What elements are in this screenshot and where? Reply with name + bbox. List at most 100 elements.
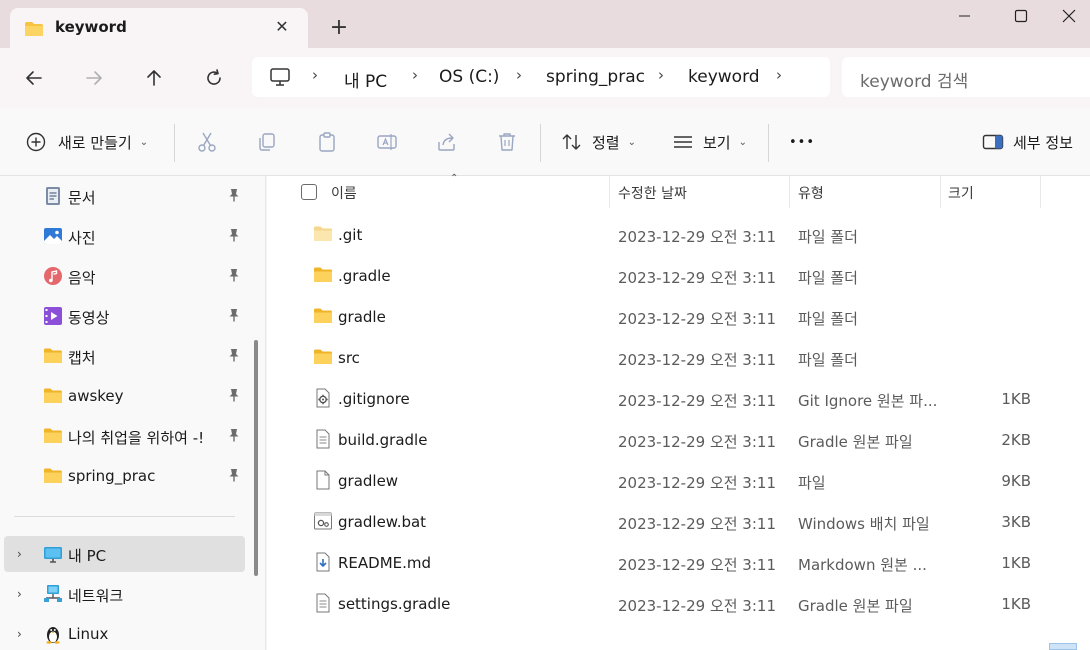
share-icon[interactable]: [435, 130, 459, 154]
sidebar-item-label: 나의 취업을 위하여 -!: [68, 429, 205, 447]
column-divider[interactable]: [940, 176, 941, 208]
search-placeholder: keyword 검색: [860, 72, 969, 92]
more-options-button[interactable]: •••: [789, 129, 815, 155]
file-name: src: [338, 349, 360, 367]
column-header-type[interactable]: 유형: [798, 183, 824, 215]
file-row[interactable]: .gradle 2023-12-29 오전 3:11 파일 폴더: [267, 255, 1090, 296]
file-type: Markdown 원본 ...: [798, 556, 927, 574]
tab-keyword[interactable]: keyword ✕: [10, 8, 308, 48]
chevron-right-icon[interactable]: ›: [17, 547, 22, 561]
documents-icon: [46, 187, 60, 205]
file-name: gradlew: [338, 472, 399, 490]
sidebar-item-network[interactable]: › 네트워크: [0, 576, 248, 612]
close-window-button[interactable]: [1046, 6, 1090, 30]
pin-icon[interactable]: [226, 187, 242, 203]
file-date: 2023-12-29 오전 3:11: [618, 392, 776, 410]
view-toggle-button[interactable]: [1049, 643, 1077, 650]
sidebar-item-awskey[interactable]: awskey: [0, 378, 248, 414]
pin-icon[interactable]: [226, 387, 242, 403]
tab-title: keyword: [55, 18, 127, 36]
breadcrumb-my-pc[interactable]: 내 PC: [344, 67, 387, 92]
maximize-button[interactable]: [998, 6, 1044, 30]
address-bar[interactable]: › 내 PC › OS (C:) › spring_prac › keyword…: [252, 57, 830, 97]
paste-icon[interactable]: [315, 130, 339, 154]
sidebar-item-job-folder[interactable]: 나의 취업을 위하여 -!: [0, 418, 248, 454]
details-pane-button[interactable]: 세부 정보: [982, 129, 1073, 155]
delete-icon[interactable]: [495, 130, 519, 154]
cut-icon[interactable]: [195, 130, 219, 154]
breadcrumb-os-c[interactable]: OS (C:): [439, 67, 499, 87]
pin-icon[interactable]: [226, 347, 242, 363]
column-divider[interactable]: [1040, 176, 1041, 208]
sidebar-item-label: 사진: [68, 229, 96, 247]
file-row[interactable]: build.gradle 2023-12-29 오전 3:11 Gradle 원…: [267, 419, 1090, 460]
up-button[interactable]: [139, 63, 169, 93]
file-date: 2023-12-29 오전 3:11: [618, 433, 776, 451]
pin-icon[interactable]: [226, 307, 242, 323]
sidebar-item-linux[interactable]: › Linux: [0, 616, 248, 650]
file-type: 파일 폴더: [798, 269, 858, 287]
new-label: 새로 만들기: [58, 133, 132, 152]
plus-circle-icon: [26, 132, 46, 152]
search-input[interactable]: keyword 검색: [842, 57, 1090, 97]
config-file-icon: [316, 388, 330, 408]
view-button[interactable]: 보기 ⌄: [672, 129, 747, 155]
breadcrumb-keyword[interactable]: keyword: [688, 67, 760, 87]
file-row[interactable]: gradlew.bat 2023-12-29 오전 3:11 Windows 배…: [267, 501, 1090, 542]
blank-file-icon: [316, 470, 330, 490]
file-row[interactable]: gradlew 2023-12-29 오전 3:11 파일 9KB: [267, 460, 1090, 501]
column-header-date[interactable]: 수정한 날짜: [618, 183, 687, 215]
sidebar-item-videos[interactable]: 동영상: [0, 298, 248, 334]
music-icon: [44, 267, 62, 285]
back-button[interactable]: [19, 63, 49, 93]
breadcrumb-separator: ›: [776, 66, 782, 84]
column-divider[interactable]: [789, 176, 790, 208]
sidebar-item-label: 내 PC: [68, 547, 107, 565]
close-tab-icon[interactable]: ✕: [272, 18, 292, 38]
new-button[interactable]: 새로 만들기 ⌄: [26, 129, 148, 155]
chevron-right-icon[interactable]: ›: [17, 627, 22, 641]
file-row[interactable]: .gitignore 2023-12-29 오전 3:11 Git Ignore…: [267, 378, 1090, 419]
breadcrumb-spring-prac[interactable]: spring_prac: [546, 67, 645, 87]
divider: [174, 124, 175, 162]
pin-icon[interactable]: [226, 267, 242, 283]
chevron-right-icon[interactable]: ›: [17, 587, 22, 601]
select-all-checkbox[interactable]: [301, 184, 317, 200]
forward-button[interactable]: [79, 63, 109, 93]
sidebar-item-my-pc[interactable]: › 내 PC: [4, 536, 245, 572]
file-size: 3KB: [1001, 513, 1031, 531]
close-icon: [1062, 9, 1076, 23]
column-header-size[interactable]: 크기: [948, 183, 974, 215]
file-row[interactable]: gradle 2023-12-29 오전 3:11 파일 폴더: [267, 296, 1090, 337]
refresh-button[interactable]: [199, 63, 229, 93]
videos-icon: [44, 307, 62, 325]
sidebar-item-label: 음악: [68, 269, 96, 287]
sidebar-item-label: 캡처: [68, 349, 96, 367]
copy-icon[interactable]: [255, 130, 279, 154]
column-divider[interactable]: [609, 176, 610, 208]
file-type: Windows 배치 파일: [798, 515, 930, 533]
file-row[interactable]: src 2023-12-29 오전 3:11 파일 폴더: [267, 337, 1090, 378]
rename-icon[interactable]: [375, 130, 399, 154]
sidebar-item-documents[interactable]: 문서: [0, 178, 248, 214]
pin-icon[interactable]: [226, 427, 242, 443]
file-row[interactable]: settings.gradle 2023-12-29 오전 3:11 Gradl…: [267, 583, 1090, 624]
file-date: 2023-12-29 오전 3:11: [618, 515, 776, 533]
file-type: 파일 폴더: [798, 228, 858, 246]
sidebar-scrollbar[interactable]: [254, 340, 258, 576]
sidebar-item-spring-prac[interactable]: spring_prac: [0, 458, 248, 494]
minimize-button[interactable]: [942, 6, 988, 30]
sidebar-item-pictures[interactable]: 사진: [0, 218, 248, 254]
file-row[interactable]: README.md 2023-12-29 오전 3:11 Markdown 원본…: [267, 542, 1090, 583]
sidebar-item-captures[interactable]: 캡처: [0, 338, 248, 374]
sidebar-item-music[interactable]: 음악: [0, 258, 248, 294]
batch-file-icon: [314, 512, 332, 530]
divider: [540, 124, 541, 162]
pin-icon[interactable]: [226, 227, 242, 243]
pin-icon[interactable]: [226, 467, 242, 483]
column-header-name[interactable]: 이름: [331, 183, 357, 215]
sort-button[interactable]: 정렬 ⌄: [561, 129, 636, 155]
file-row[interactable]: .git 2023-12-29 오전 3:11 파일 폴더: [267, 214, 1090, 255]
chevron-down-icon: ⌄: [738, 136, 747, 148]
new-tab-button[interactable]: +: [326, 16, 352, 42]
